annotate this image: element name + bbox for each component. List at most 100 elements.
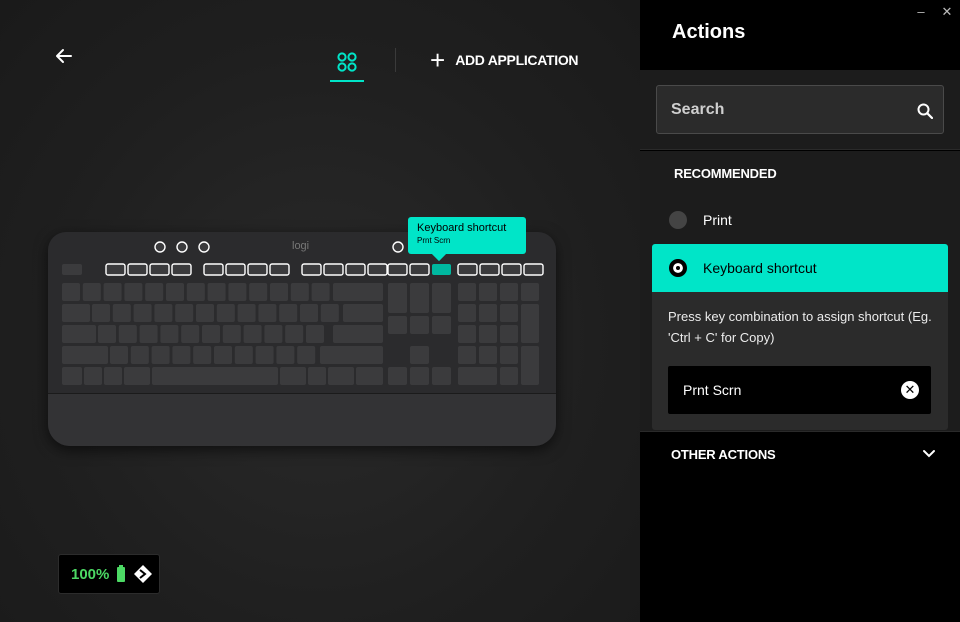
keyboard-key[interactable] <box>145 283 164 301</box>
keyboard-key[interactable] <box>255 346 274 364</box>
keyboard-key[interactable] <box>133 304 152 322</box>
keyboard-key[interactable] <box>387 263 408 276</box>
keyboard-key[interactable] <box>458 283 476 301</box>
keyboard-key[interactable] <box>62 283 80 301</box>
keyboard-key[interactable] <box>500 304 518 322</box>
keyboard-key[interactable] <box>432 283 451 313</box>
keyboard-key[interactable] <box>207 283 226 301</box>
keyboard-key[interactable] <box>388 367 407 385</box>
keyboard-key[interactable] <box>127 263 148 276</box>
keyboard-key[interactable] <box>276 346 295 364</box>
keyboard-key[interactable] <box>84 367 102 385</box>
keyboard-key[interactable] <box>410 367 429 385</box>
keyboard-key[interactable] <box>388 283 407 313</box>
keyboard-key[interactable] <box>166 283 184 301</box>
shortcut-input[interactable] <box>668 366 888 414</box>
keyboard-key[interactable] <box>92 304 110 322</box>
keyboard-key[interactable] <box>62 367 82 385</box>
keyboard-key[interactable] <box>103 283 122 301</box>
keyboard-key[interactable] <box>234 346 253 364</box>
keyboard-key[interactable] <box>500 283 518 301</box>
search-icon[interactable] <box>917 103 933 119</box>
search-input[interactable] <box>657 86 907 133</box>
keyboard-key[interactable] <box>160 325 179 343</box>
keyboard-key[interactable] <box>110 346 128 364</box>
keyboard-key[interactable] <box>203 263 224 276</box>
keyboard-key[interactable] <box>432 367 451 385</box>
keyboard-key[interactable] <box>306 325 324 343</box>
keyboard-key[interactable] <box>130 346 149 364</box>
keyboard-key[interactable] <box>301 263 322 276</box>
keyboard-key[interactable] <box>112 304 131 322</box>
keyboard-key[interactable] <box>457 263 478 276</box>
keyboard-key[interactable] <box>104 367 122 385</box>
keyboard-key[interactable] <box>523 263 544 276</box>
minimize-button[interactable]: – <box>910 4 932 22</box>
keyboard-key[interactable] <box>280 367 306 385</box>
keyboard-key[interactable] <box>152 367 278 385</box>
keyboard-key[interactable] <box>333 283 383 301</box>
keyboard-key[interactable] <box>500 325 518 343</box>
keyboard-key[interactable] <box>243 325 262 343</box>
keyboard-key[interactable] <box>105 263 126 276</box>
keyboard-key[interactable] <box>181 325 200 343</box>
keyboard-key[interactable] <box>367 263 388 276</box>
keyboard-key[interactable] <box>249 283 268 301</box>
keyboard-key[interactable] <box>410 316 429 334</box>
back-button[interactable] <box>52 44 80 68</box>
keyboard-key[interactable] <box>432 316 451 334</box>
keyboard-key[interactable] <box>172 346 191 364</box>
close-window-button[interactable]: ✕ <box>936 4 958 22</box>
keyboard-key[interactable] <box>237 304 256 322</box>
keyboard-key[interactable] <box>62 304 90 322</box>
keyboard-key[interactable] <box>343 304 383 322</box>
keyboard-key[interactable] <box>62 325 96 343</box>
keyboard-key[interactable] <box>308 367 326 385</box>
keyboard-key[interactable] <box>62 346 108 364</box>
keyboard-key[interactable] <box>297 346 316 364</box>
keyboard-key[interactable] <box>432 264 451 275</box>
media-key[interactable] <box>392 241 404 253</box>
other-actions-toggle[interactable]: OTHER ACTIONS <box>640 431 960 479</box>
keyboard-key[interactable] <box>269 263 290 276</box>
keyboard-key[interactable] <box>62 264 82 275</box>
keyboard-key[interactable] <box>521 283 539 301</box>
keyboard-key[interactable] <box>458 346 476 364</box>
keyboard-key[interactable] <box>323 263 344 276</box>
keyboard-key[interactable] <box>118 325 137 343</box>
keyboard-key[interactable] <box>479 325 497 343</box>
keyboard-key[interactable] <box>500 346 518 364</box>
keyboard-key[interactable] <box>290 283 309 301</box>
keyboard-key[interactable] <box>410 283 429 313</box>
keyboard-key[interactable] <box>228 283 247 301</box>
keyboard-key[interactable] <box>409 263 430 276</box>
media-key[interactable] <box>176 241 188 253</box>
keyboard-key[interactable] <box>345 263 366 276</box>
keyboard-key[interactable] <box>479 283 497 301</box>
keyboard-key[interactable] <box>139 325 158 343</box>
keyboard-key[interactable] <box>222 325 241 343</box>
keyboard-key[interactable] <box>279 304 298 322</box>
keyboard-key[interactable] <box>300 304 318 322</box>
keyboard-key[interactable] <box>154 304 173 322</box>
keyboard-key[interactable] <box>285 325 304 343</box>
keyboard-key[interactable] <box>258 304 277 322</box>
keyboard-key[interactable] <box>175 304 194 322</box>
keyboard-key[interactable] <box>521 346 539 385</box>
keyboard-key[interactable] <box>328 367 354 385</box>
keyboard-key[interactable] <box>270 283 288 301</box>
keyboard-key[interactable] <box>171 263 192 276</box>
keyboard-key[interactable] <box>193 346 212 364</box>
keyboard-key[interactable] <box>149 263 170 276</box>
keyboard-key[interactable] <box>264 325 283 343</box>
keyboard-key[interactable] <box>500 367 518 385</box>
media-key[interactable] <box>198 241 210 253</box>
keyboard-key[interactable] <box>214 346 232 364</box>
keyboard-key[interactable] <box>247 263 268 276</box>
clear-shortcut-icon[interactable]: ✕ <box>901 381 919 399</box>
keyboard-key[interactable] <box>479 346 497 364</box>
keyboard-key[interactable] <box>216 304 235 322</box>
keyboard-key[interactable] <box>458 367 497 385</box>
keyboard-key[interactable] <box>225 263 246 276</box>
keyboard-key[interactable] <box>151 346 170 364</box>
